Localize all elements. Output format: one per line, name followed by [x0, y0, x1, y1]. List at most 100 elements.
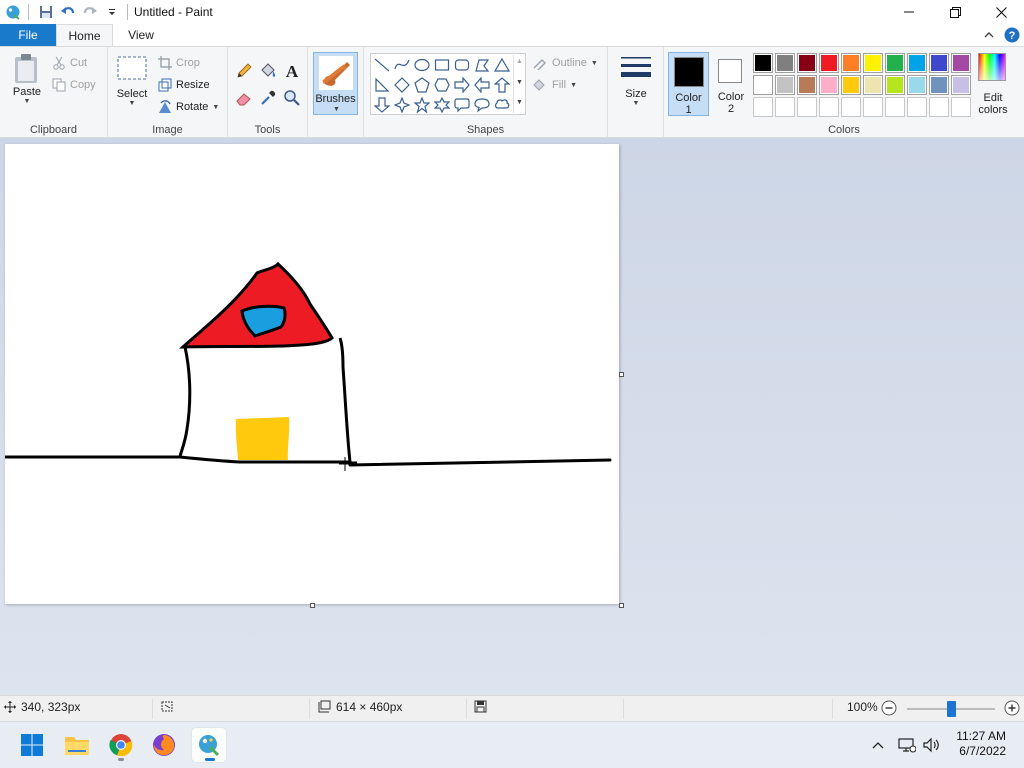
rounded-rectangle-shape-icon[interactable] [452, 55, 472, 75]
resize-button[interactable]: Resize [158, 76, 210, 94]
edit-colors-button[interactable]: Edit colors [972, 53, 1014, 116]
shapes-scroll-up-icon[interactable]: ▲ [516, 58, 523, 65]
palette-swatch-empty[interactable] [929, 97, 949, 117]
help-icon[interactable]: ? [1003, 26, 1021, 44]
palette-swatch-empty[interactable] [863, 97, 883, 117]
redo-icon[interactable] [79, 1, 101, 23]
eraser-icon[interactable] [234, 88, 254, 108]
tab-view[interactable]: View [115, 24, 167, 46]
rounded-callout-shape-icon[interactable] [452, 95, 472, 115]
palette-swatch[interactable] [907, 53, 927, 73]
palette-swatch[interactable] [819, 53, 839, 73]
shapes-expand-icon[interactable]: ▼ [516, 99, 523, 106]
shapes-scroll-down-icon[interactable]: ▼ [516, 79, 523, 86]
left-arrow-shape-icon[interactable] [472, 75, 492, 95]
pentagon-shape-icon[interactable] [412, 75, 432, 95]
shapes-scroll[interactable]: ▲ ▼ ▼ [513, 55, 525, 113]
oval-shape-icon[interactable] [412, 55, 432, 75]
palette-swatch[interactable] [863, 53, 883, 73]
clock[interactable]: 11:27 AM 6/7/2022 [956, 729, 1006, 759]
taskbar-chrome[interactable] [104, 728, 138, 762]
taskbar-file-explorer[interactable] [60, 728, 94, 762]
save-icon[interactable] [35, 1, 57, 23]
crop-button[interactable]: Crop [158, 54, 200, 72]
minimize-button[interactable] [886, 0, 932, 24]
palette-swatch[interactable] [841, 75, 861, 95]
color2-button[interactable]: Color 2 [712, 52, 750, 116]
taskbar-paint[interactable] [192, 728, 226, 762]
palette-swatch-empty[interactable] [885, 97, 905, 117]
color1-button[interactable]: Color 1 [668, 52, 709, 116]
rotate-button[interactable]: Rotate ▼ [158, 98, 219, 116]
undo-icon[interactable] [57, 1, 79, 23]
outline-button[interactable]: Outline ▼ [532, 54, 598, 72]
right-arrow-shape-icon[interactable] [452, 75, 472, 95]
fill-button[interactable]: Fill ▼ [532, 76, 577, 94]
cut-button[interactable]: Cut [52, 54, 87, 72]
size-button[interactable]: Size ▼ [616, 53, 656, 107]
five-point-star-shape-icon[interactable] [412, 95, 432, 115]
palette-swatch[interactable] [951, 75, 971, 95]
brushes-button[interactable]: Brushes ▼ [313, 52, 358, 115]
curve-shape-icon[interactable] [392, 55, 412, 75]
palette-swatch[interactable] [819, 75, 839, 95]
cloud-callout-shape-icon[interactable] [492, 95, 512, 115]
palette-swatch-empty[interactable] [753, 97, 773, 117]
six-point-star-shape-icon[interactable] [432, 95, 452, 115]
palette-swatch[interactable] [797, 75, 817, 95]
palette-swatch[interactable] [885, 75, 905, 95]
palette-swatch[interactable] [929, 53, 949, 73]
pencil-icon[interactable] [234, 61, 254, 81]
start-button[interactable] [15, 728, 49, 762]
paint-app-icon[interactable] [2, 1, 24, 23]
palette-swatch[interactable] [841, 53, 861, 73]
show-hidden-icons[interactable] [865, 728, 891, 762]
network-status[interactable] [895, 728, 919, 762]
palette-swatch-empty[interactable] [907, 97, 927, 117]
palette-swatch-empty[interactable] [951, 97, 971, 117]
volume-status[interactable] [919, 728, 943, 762]
palette-swatch-empty[interactable] [841, 97, 861, 117]
palette-swatch[interactable] [753, 53, 773, 73]
tab-home[interactable]: Home [56, 24, 113, 47]
text-tool-icon[interactable]: A [282, 61, 302, 81]
zoom-out-button[interactable] [881, 700, 897, 716]
zoom-in-button[interactable] [1004, 700, 1020, 716]
right-triangle-shape-icon[interactable] [372, 75, 392, 95]
canvas-resize-handle-corner[interactable] [619, 603, 624, 608]
palette-swatch-empty[interactable] [819, 97, 839, 117]
zoom-slider[interactable] [907, 701, 995, 717]
rectangle-shape-icon[interactable] [432, 55, 452, 75]
magnifier-icon[interactable] [282, 88, 302, 108]
palette-swatch-empty[interactable] [775, 97, 795, 117]
down-arrow-shape-icon[interactable] [372, 95, 392, 115]
collapse-ribbon-icon[interactable] [980, 26, 998, 44]
zoom-slider-thumb[interactable] [946, 701, 956, 717]
palette-swatch[interactable] [797, 53, 817, 73]
triangle-shape-icon[interactable] [492, 55, 512, 75]
diamond-shape-icon[interactable] [392, 75, 412, 95]
palette-swatch-empty[interactable] [797, 97, 817, 117]
color-picker-icon[interactable] [258, 88, 278, 108]
drawing-canvas[interactable] [3, 144, 619, 604]
polygon-shape-icon[interactable] [472, 55, 492, 75]
line-shape-icon[interactable] [372, 55, 392, 75]
copy-button[interactable]: Copy [52, 76, 96, 94]
palette-swatch[interactable] [907, 75, 927, 95]
hexagon-shape-icon[interactable] [432, 75, 452, 95]
canvas-resize-handle-bottom[interactable] [310, 603, 315, 608]
palette-swatch[interactable] [885, 53, 905, 73]
palette-swatch[interactable] [951, 53, 971, 73]
palette-swatch[interactable] [929, 75, 949, 95]
palette-swatch[interactable] [775, 53, 795, 73]
customize-qat-icon[interactable] [101, 1, 123, 23]
palette-swatch[interactable] [753, 75, 773, 95]
paste-button[interactable]: Paste ▼ [8, 53, 46, 105]
palette-swatch[interactable] [775, 75, 795, 95]
taskbar-firefox[interactable] [147, 728, 181, 762]
tab-file[interactable]: File [0, 24, 56, 46]
fill-bucket-icon[interactable] [258, 61, 278, 81]
restore-button[interactable] [932, 0, 978, 24]
oval-callout-shape-icon[interactable] [472, 95, 492, 115]
close-button[interactable] [978, 0, 1024, 24]
